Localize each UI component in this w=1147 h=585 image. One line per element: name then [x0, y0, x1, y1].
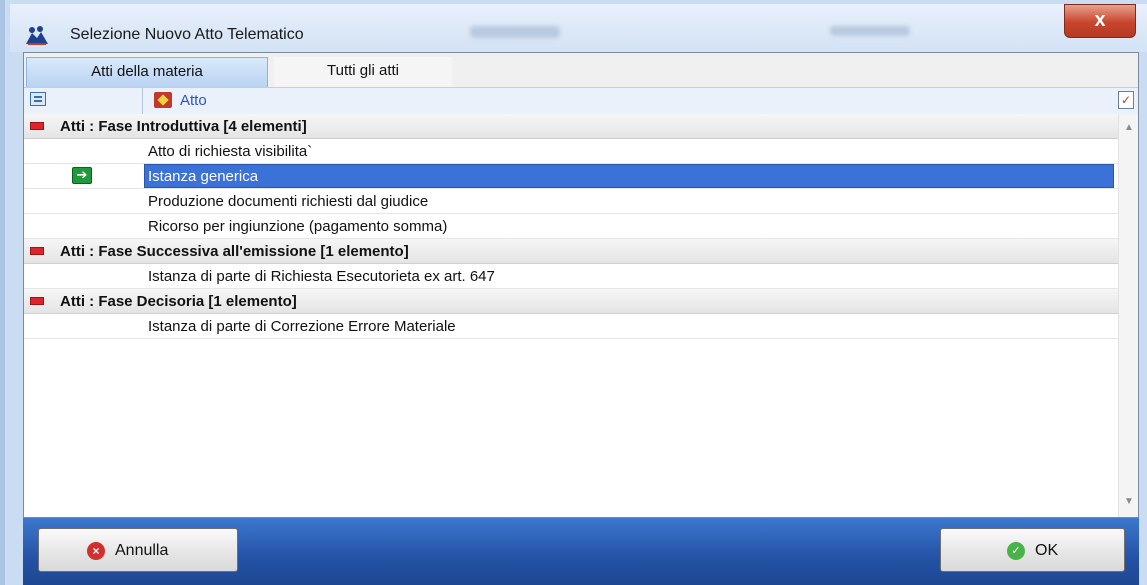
group-row-fase-introduttiva[interactable]: Atti : Fase Introduttiva [4 elementi] [24, 114, 1118, 139]
group-row-fase-successiva[interactable]: Atti : Fase Successiva all'emissione [1 … [24, 239, 1118, 264]
selection-highlight [144, 164, 1114, 188]
ok-button[interactable]: ✓ OK [940, 528, 1125, 572]
list-item[interactable]: Atto di richiesta visibilita` [24, 139, 1118, 164]
collapse-icon[interactable] [30, 297, 44, 305]
tree-view-icon[interactable] [30, 92, 46, 106]
atto-icon [154, 92, 172, 108]
blurred-background-text [470, 26, 560, 38]
current-row-arrow-icon: ➔ [72, 167, 92, 184]
group-row-fase-decisoria[interactable]: Atti : Fase Decisoria [1 elemento] [24, 289, 1118, 314]
collapse-icon[interactable] [30, 122, 44, 130]
app-logo-icon [26, 26, 48, 45]
item-label: Ricorso per ingiunzione (pagamento somma… [148, 218, 448, 235]
list-item[interactable]: Produzione documenti richiesti dal giudi… [24, 189, 1118, 214]
close-button[interactable]: x [1064, 4, 1136, 38]
group-label: Atti : Fase Successiva all'emissione [1 … [60, 243, 409, 260]
blurred-background-text [830, 26, 910, 36]
item-label: Istanza generica [148, 168, 259, 185]
cancel-button[interactable]: × Annulla [38, 528, 238, 572]
ok-check-icon: ✓ [1007, 542, 1025, 560]
acts-list: Atti : Fase Introduttiva [4 elementi] At… [24, 114, 1118, 517]
tab-atti-della-materia[interactable]: Atti della materia [26, 57, 268, 87]
item-label: Produzione documenti richiesti dal giudi… [148, 193, 429, 210]
group-label: Atti : Fase Introduttiva [4 elementi] [60, 118, 307, 135]
column-chooser-icon[interactable]: ✓ [1118, 91, 1134, 109]
vertical-scrollbar[interactable]: ▲ ▼ [1118, 114, 1138, 517]
list-item[interactable]: Istanza di parte di Correzione Errore Ma… [24, 314, 1118, 339]
ok-button-label: OK [1035, 542, 1059, 559]
cancel-button-label: Annulla [115, 542, 169, 559]
list-item[interactable]: Istanza di parte di Richiesta Esecutorie… [24, 264, 1118, 289]
tab-bar: Atti della materia Tutti gli atti [24, 53, 1138, 87]
scroll-up-icon[interactable]: ▲ [1121, 120, 1137, 136]
client-area: Atti della materia Tutti gli atti Atto ✓… [23, 52, 1139, 518]
item-label: Istanza di parte di Richiesta Esecutorie… [148, 268, 495, 285]
scroll-down-icon[interactable]: ▼ [1121, 494, 1137, 510]
tab-tutti-gli-atti[interactable]: Tutti gli atti [274, 57, 452, 87]
group-label: Atti : Fase Decisoria [1 elemento] [60, 293, 297, 310]
item-label: Atto di richiesta visibilita` [148, 143, 313, 160]
list-item-selected[interactable]: ➔ Istanza generica [24, 164, 1118, 189]
column-separator [142, 88, 143, 114]
dialog-window: Selezione Nuovo Atto Telematico x Atti d… [0, 0, 1147, 585]
window-title: Selezione Nuovo Atto Telematico [70, 26, 304, 43]
list-item[interactable]: Ricorso per ingiunzione (pagamento somma… [24, 214, 1118, 239]
grid-header: Atto ✓ [24, 87, 1138, 115]
button-bar: × Annulla ✓ OK [23, 518, 1139, 585]
collapse-icon[interactable] [30, 247, 44, 255]
column-header-atto[interactable]: Atto [180, 92, 207, 109]
item-label: Istanza di parte di Correzione Errore Ma… [148, 318, 456, 335]
cancel-x-icon: × [87, 542, 105, 560]
title-bar: Selezione Nuovo Atto Telematico x [10, 4, 1147, 52]
